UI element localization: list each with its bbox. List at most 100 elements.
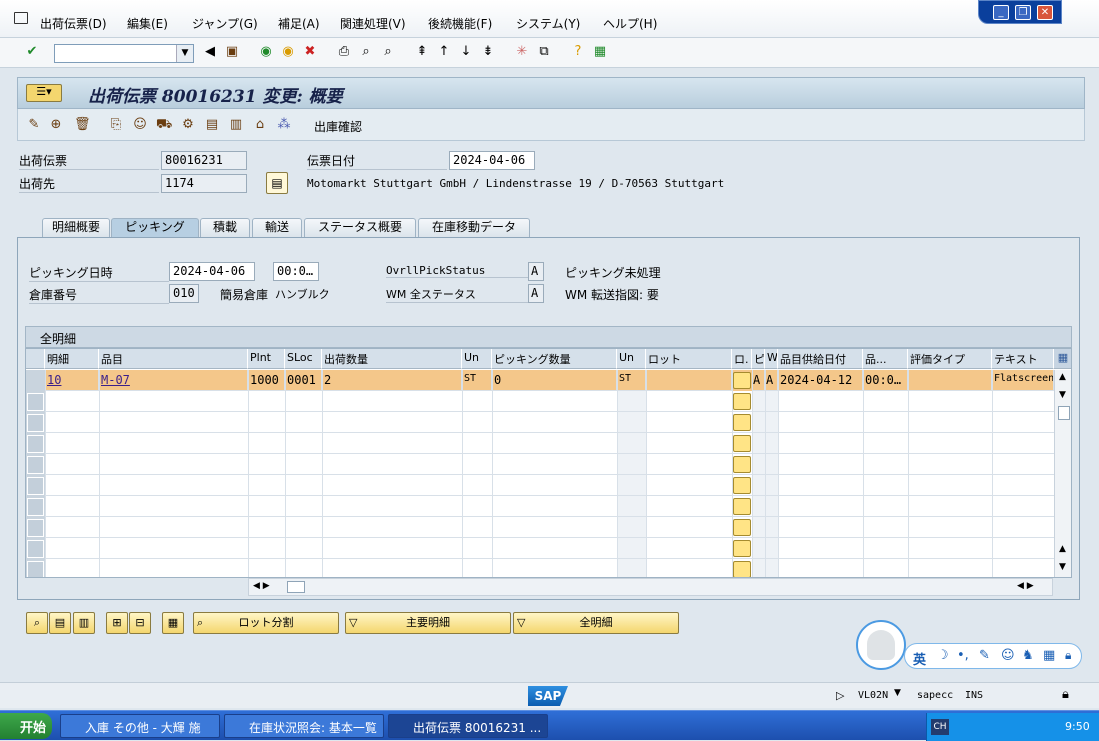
- scroll-thumb[interactable]: [1058, 406, 1070, 420]
- header-unit[interactable]: Un: [462, 349, 492, 369]
- cell-batch[interactable]: [646, 370, 732, 391]
- header-delivery-qty[interactable]: 出荷数量: [322, 349, 462, 369]
- exit-icon[interactable]: ◉: [280, 44, 296, 60]
- table-row[interactable]: [45, 391, 1054, 412]
- start-button[interactable]: 开始: [0, 713, 52, 739]
- wrench-icon[interactable]: ✎: [979, 648, 990, 663]
- main-items-button[interactable]: ▽ 主要明細: [345, 612, 511, 634]
- row-selector[interactable]: [27, 540, 44, 558]
- cell-sloc[interactable]: 0001: [285, 370, 322, 391]
- punctuation-icon[interactable]: •,: [957, 648, 969, 663]
- menu-system[interactable]: システム(Y): [516, 15, 580, 32]
- chevron-down-icon[interactable]: ▼: [176, 45, 193, 62]
- menu-button-icon[interactable]: ☰▾: [26, 84, 62, 102]
- cell-time[interactable]: 00:0…: [863, 370, 908, 391]
- grid-icon[interactable]: ▦: [1043, 648, 1055, 663]
- doc-date-field[interactable]: 2024-04-06: [449, 151, 535, 170]
- header-avail-date[interactable]: 品目供給日付: [778, 349, 863, 369]
- table-row[interactable]: [45, 496, 1054, 517]
- header-batch[interactable]: ロット: [646, 349, 732, 369]
- header-picked-qty[interactable]: ピッキング数量: [492, 349, 617, 369]
- menu-goto[interactable]: ジャンプ(G): [192, 15, 258, 32]
- header-pick-status[interactable]: ピ: [752, 349, 765, 369]
- deselect-all-icon[interactable]: ▥: [73, 612, 95, 634]
- header-wm-status[interactable]: W.: [765, 349, 778, 369]
- new-session-icon[interactable]: ✳: [514, 44, 530, 60]
- header-valuation-type[interactable]: 評価タイプ: [908, 349, 992, 369]
- last-page-icon[interactable]: ⇟: [480, 44, 496, 60]
- task-stock-overview[interactable]: 在庫状況照会: 基本一覧: [224, 714, 384, 738]
- tab-status-overview[interactable]: ステータス概要: [304, 218, 416, 237]
- overall-pick-status-field[interactable]: A: [528, 262, 544, 281]
- batch-split-checkbox[interactable]: [733, 372, 751, 389]
- item-list-icon[interactable]: ▦: [162, 612, 184, 634]
- header-material[interactable]: 品目: [99, 349, 248, 369]
- row-selector[interactable]: [27, 477, 44, 495]
- cell-delivery-qty[interactable]: 2: [322, 370, 462, 391]
- batch-split-checkbox[interactable]: [733, 540, 751, 557]
- table-row[interactable]: [45, 559, 1054, 577]
- back-icon[interactable]: ◉: [258, 44, 274, 60]
- menu-edit[interactable]: 編集(E): [127, 15, 168, 32]
- tab-transport[interactable]: 輸送: [252, 218, 302, 237]
- select-all-icon[interactable]: ▤: [49, 612, 71, 634]
- tray-lang[interactable]: CH: [931, 719, 949, 735]
- cell-avail-date[interactable]: 2024-04-12: [778, 370, 863, 391]
- table-settings-icon[interactable]: ▦: [1054, 349, 1071, 369]
- row-selector[interactable]: [27, 498, 44, 516]
- row-selector[interactable]: [27, 456, 44, 474]
- delete-item-icon[interactable]: ⊟: [129, 612, 151, 634]
- cell-material[interactable]: M-07: [99, 370, 248, 391]
- picking-date-field[interactable]: 2024-04-06: [169, 262, 255, 281]
- delivery-field[interactable]: 80016231: [161, 151, 247, 170]
- cell-text[interactable]: Flatscreen: [992, 370, 1054, 391]
- scroll-page-up-icon[interactable]: ▲: [1059, 544, 1066, 554]
- cell-item[interactable]: 10: [45, 370, 99, 391]
- delete-icon[interactable]: 🗑: [74, 117, 91, 133]
- header-item[interactable]: 明細: [45, 349, 99, 369]
- table-row[interactable]: [45, 538, 1054, 559]
- cell-valuation-type[interactable]: [908, 370, 992, 391]
- first-page-icon[interactable]: ⇞: [414, 44, 430, 60]
- next-page-icon[interactable]: ↓: [458, 44, 474, 60]
- batch-split-checkbox[interactable]: [733, 393, 751, 410]
- moon-icon[interactable]: ☽: [937, 648, 949, 663]
- menu-icon[interactable]: [14, 12, 28, 24]
- display-change-icon[interactable]: ✎: [26, 117, 42, 133]
- batch-split-button[interactable]: ⌕ ロット分割: [193, 612, 339, 634]
- back-arrow-icon[interactable]: ◀: [202, 44, 218, 60]
- lock-icon[interactable]: 🔒︎: [1065, 648, 1071, 663]
- scroll-right-icon[interactable]: ◀ ▶: [1017, 581, 1034, 591]
- tab-goods-movement[interactable]: 在庫移動データ: [418, 218, 530, 237]
- header-text[interactable]: テキスト: [992, 349, 1054, 369]
- header-picked-unit[interactable]: Un: [617, 349, 646, 369]
- batch-split-checkbox[interactable]: [733, 561, 751, 577]
- cell-plant[interactable]: 1000: [248, 370, 285, 391]
- all-items-button[interactable]: ▽ 全明細: [513, 612, 679, 634]
- copy-icon[interactable]: ⎘: [108, 117, 124, 133]
- close-button[interactable]: ✕: [1037, 5, 1053, 20]
- task-delivery[interactable]: 出荷伝票 80016231 ...: [388, 714, 548, 738]
- tab-item-overview[interactable]: 明細概要: [42, 218, 110, 237]
- scroll-down-icon[interactable]: ▼: [1059, 390, 1066, 400]
- goods-issue-button[interactable]: 出庫確認: [314, 118, 362, 135]
- save-icon[interactable]: ▣: [224, 44, 240, 60]
- menu-subsequent[interactable]: 後続機能(F): [428, 15, 492, 32]
- find-next-icon[interactable]: ⌕: [380, 44, 396, 60]
- wm-status-field[interactable]: A: [528, 284, 544, 303]
- picking-time-field[interactable]: 00:0…: [273, 262, 319, 281]
- previous-page-icon[interactable]: ↑: [436, 44, 452, 60]
- select-all-header[interactable]: [26, 349, 45, 369]
- warehouse-field[interactable]: 010: [169, 284, 199, 303]
- row-selector[interactable]: [27, 414, 44, 432]
- ship-to-field[interactable]: 1174: [161, 174, 247, 193]
- header-sloc[interactable]: SLoc: [285, 349, 322, 369]
- table-row[interactable]: [45, 433, 1054, 454]
- status-play-icon[interactable]: ▷: [836, 689, 844, 702]
- warehouse-icon[interactable]: ⌂: [252, 117, 268, 133]
- header-time[interactable]: 品...: [863, 349, 908, 369]
- tab-picking[interactable]: ピッキング: [111, 218, 199, 238]
- restore-button[interactable]: ❐: [1015, 5, 1031, 20]
- header-batch-split[interactable]: ロ.: [732, 349, 752, 369]
- batch-split-checkbox[interactable]: [733, 477, 751, 494]
